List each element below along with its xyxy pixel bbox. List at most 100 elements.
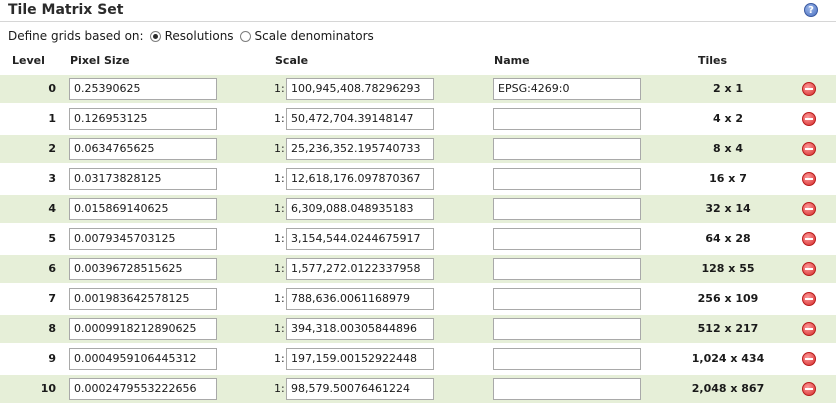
resolutions-radio[interactable] bbox=[149, 30, 161, 42]
remove-icon[interactable] bbox=[802, 322, 816, 336]
help-icon[interactable]: ? bbox=[804, 3, 818, 17]
scale-prefix: 1: bbox=[274, 322, 285, 335]
tiles-cell: 16 x 7 bbox=[709, 172, 747, 185]
scale-denominators-radio[interactable] bbox=[239, 30, 251, 42]
column-header-name: Name bbox=[494, 54, 530, 67]
tiles-cell: 8 x 4 bbox=[712, 142, 744, 155]
level-cell: 8 bbox=[48, 322, 56, 335]
scale-prefix: 1: bbox=[274, 292, 285, 305]
scale-input[interactable]: 100,945,408.78296293 bbox=[286, 78, 434, 100]
pixel-size-input[interactable]: 0.015869140625 bbox=[69, 198, 217, 220]
table-row: 4 0.015869140625 1: 6,309,088.048935183 32 x… bbox=[0, 195, 836, 223]
column-header-pixel-size: Pixel Size bbox=[70, 54, 130, 67]
remove-icon[interactable] bbox=[802, 82, 816, 96]
column-header-scale: Scale bbox=[275, 54, 309, 67]
tiles-cell: 128 x 55 bbox=[701, 262, 755, 275]
name-input[interactable] bbox=[493, 108, 641, 130]
tiles-cell: 256 x 109 bbox=[697, 292, 759, 305]
table-row: 6 0.00396728515625 1: 1,577,272.0122337958 1… bbox=[0, 255, 836, 283]
section-header: Tile Matrix Set ? bbox=[0, 0, 836, 22]
grid-basis-label: Define grids based on: bbox=[8, 29, 144, 43]
remove-icon[interactable] bbox=[802, 142, 816, 156]
table-row: 1 0.126953125 1: 50,472,704.39148147 4 x 2 bbox=[0, 105, 836, 133]
tiles-cell: 64 x 28 bbox=[705, 232, 751, 245]
table-row: 3 0.03173828125 1: 12,618,176.097870367 16 x… bbox=[0, 165, 836, 193]
pixel-size-input[interactable]: 0.00396728515625 bbox=[69, 258, 217, 280]
name-input[interactable] bbox=[493, 198, 641, 220]
level-cell: 2 bbox=[48, 142, 56, 155]
pixel-size-input[interactable]: 0.25390625 bbox=[69, 78, 217, 100]
scale-prefix: 1: bbox=[274, 202, 285, 215]
remove-icon[interactable] bbox=[802, 352, 816, 366]
scale-input[interactable]: 3,154,544.0244675917 bbox=[286, 228, 434, 250]
pixel-size-input[interactable]: 0.0002479553222656 bbox=[69, 378, 217, 400]
table-row: 10 0.0002479553222656 1: 98,579.50076461224… bbox=[0, 375, 836, 403]
pixel-size-input[interactable]: 0.0009918212890625 bbox=[69, 318, 217, 340]
table-row: 5 0.0079345703125 1: 3,154,544.0244675917 64… bbox=[0, 225, 836, 253]
level-cell: 3 bbox=[48, 172, 56, 185]
scale-denominators-label[interactable]: Scale denominators bbox=[255, 29, 374, 43]
tiles-cell: 2,048 x 867 bbox=[691, 382, 765, 395]
scale-prefix: 1: bbox=[274, 232, 285, 245]
section-title: Tile Matrix Set bbox=[8, 2, 124, 18]
table-row: 9 0.0004959106445312 1: 197,159.00152922448… bbox=[0, 345, 836, 373]
scale-input[interactable]: 6,309,088.048935183 bbox=[286, 198, 434, 220]
level-cell: 6 bbox=[48, 262, 56, 275]
name-input[interactable] bbox=[493, 318, 641, 340]
scale-input[interactable]: 197,159.00152922448 bbox=[286, 348, 434, 370]
pixel-size-input[interactable]: 0.0079345703125 bbox=[69, 228, 217, 250]
scale-prefix: 1: bbox=[274, 262, 285, 275]
remove-icon[interactable] bbox=[802, 292, 816, 306]
name-input[interactable] bbox=[493, 348, 641, 370]
table-row: 7 0.001983642578125 1: 788,636.0061168979 25… bbox=[0, 285, 836, 313]
grid-basis-selector: Define grids based on: Resolutions Scale… bbox=[8, 28, 374, 44]
pixel-size-input[interactable]: 0.0004959106445312 bbox=[69, 348, 217, 370]
name-input[interactable] bbox=[493, 378, 641, 400]
name-input[interactable] bbox=[493, 258, 641, 280]
table-row: 8 0.0009918212890625 1: 394,318.00305844896… bbox=[0, 315, 836, 343]
pixel-size-input[interactable]: 0.001983642578125 bbox=[69, 288, 217, 310]
level-cell: 0 bbox=[48, 82, 56, 95]
level-cell: 10 bbox=[40, 382, 56, 395]
resolutions-label[interactable]: Resolutions bbox=[165, 29, 234, 43]
tiles-cell: 4 x 2 bbox=[712, 112, 744, 125]
name-input[interactable]: EPSG:4269:0 bbox=[493, 78, 641, 100]
scale-prefix: 1: bbox=[274, 82, 285, 95]
tiles-cell: 1,024 x 434 bbox=[691, 352, 765, 365]
level-cell: 1 bbox=[48, 112, 56, 125]
remove-icon[interactable] bbox=[802, 382, 816, 396]
remove-icon[interactable] bbox=[802, 202, 816, 216]
remove-icon[interactable] bbox=[802, 172, 816, 186]
scale-prefix: 1: bbox=[274, 352, 285, 365]
name-input[interactable] bbox=[493, 288, 641, 310]
pixel-size-input[interactable]: 0.126953125 bbox=[69, 108, 217, 130]
scale-input[interactable]: 1,577,272.0122337958 bbox=[286, 258, 434, 280]
level-cell: 5 bbox=[48, 232, 56, 245]
tiles-cell: 32 x 14 bbox=[705, 202, 751, 215]
scale-input[interactable]: 394,318.00305844896 bbox=[286, 318, 434, 340]
pixel-size-input[interactable]: 0.03173828125 bbox=[69, 168, 217, 190]
scale-prefix: 1: bbox=[274, 172, 285, 185]
name-input[interactable] bbox=[493, 228, 641, 250]
scale-prefix: 1: bbox=[274, 142, 285, 155]
name-input[interactable] bbox=[493, 138, 641, 160]
remove-icon[interactable] bbox=[802, 112, 816, 126]
remove-icon[interactable] bbox=[802, 262, 816, 276]
scale-prefix: 1: bbox=[274, 112, 285, 125]
scale-input[interactable]: 98,579.50076461224 bbox=[286, 378, 434, 400]
table-row: 2 0.0634765625 1: 25,236,352.195740733 8 x 4 bbox=[0, 135, 836, 163]
scale-input[interactable]: 50,472,704.39148147 bbox=[286, 108, 434, 130]
tiles-cell: 2 x 1 bbox=[712, 82, 744, 95]
level-cell: 4 bbox=[48, 202, 56, 215]
level-cell: 9 bbox=[48, 352, 56, 365]
scale-input[interactable]: 12,618,176.097870367 bbox=[286, 168, 434, 190]
scale-prefix: 1: bbox=[274, 382, 285, 395]
scale-input[interactable]: 25,236,352.195740733 bbox=[286, 138, 434, 160]
remove-icon[interactable] bbox=[802, 232, 816, 246]
column-header-tiles: Tiles bbox=[698, 54, 728, 67]
level-cell: 7 bbox=[48, 292, 56, 305]
scale-input[interactable]: 788,636.0061168979 bbox=[286, 288, 434, 310]
pixel-size-input[interactable]: 0.0634765625 bbox=[69, 138, 217, 160]
name-input[interactable] bbox=[493, 168, 641, 190]
column-header-level: Level bbox=[12, 54, 45, 67]
